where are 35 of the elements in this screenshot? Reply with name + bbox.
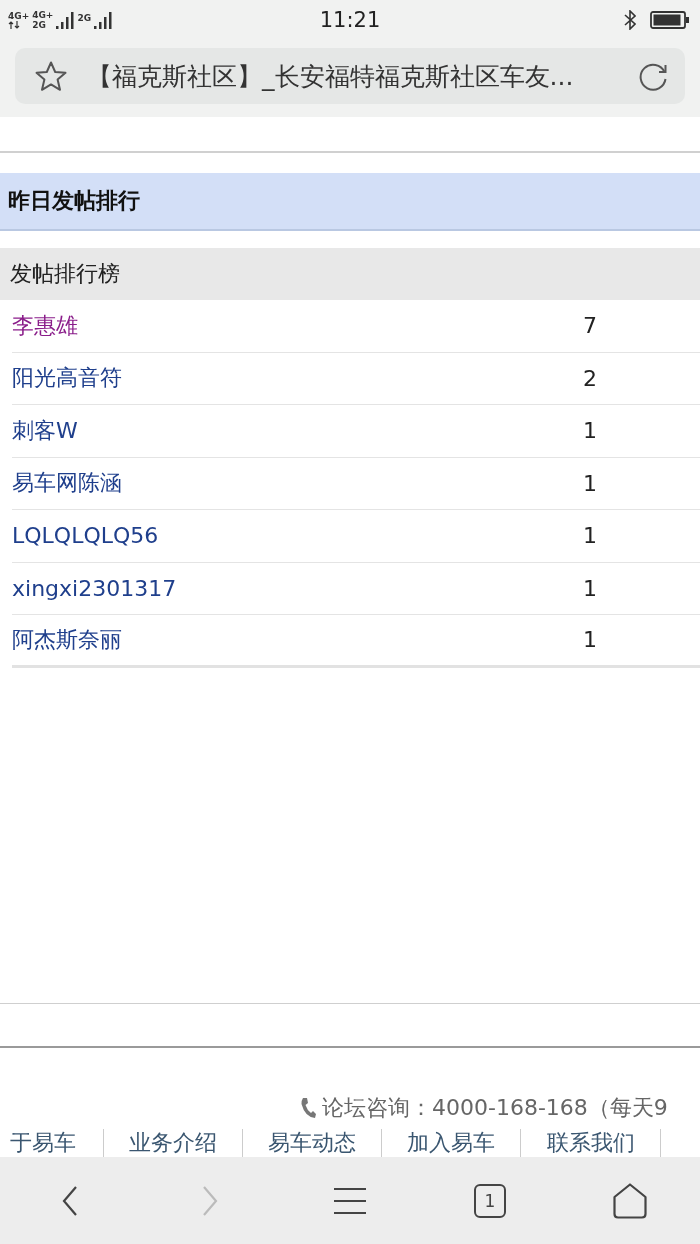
network-label: 4G+: [32, 10, 54, 20]
post-count: 1: [583, 523, 597, 549]
address-bar[interactable]: 【福克斯社区】_长安福特福克斯社区车友...: [15, 48, 685, 104]
bluetooth-icon: [624, 10, 636, 30]
signal-icon: [56, 11, 75, 29]
network-label: 2G: [32, 20, 46, 30]
user-link[interactable]: 阳光高音符: [12, 363, 583, 394]
user-link[interactable]: xingxi2301317: [12, 575, 583, 601]
star-icon[interactable]: [35, 60, 67, 92]
post-count: 2: [583, 365, 597, 391]
post-count: 1: [583, 627, 597, 653]
status-time: 11:21: [319, 8, 381, 32]
battery-icon: [650, 10, 690, 30]
signal-icon: [94, 11, 113, 29]
menu-button[interactable]: [334, 1186, 366, 1215]
page-title: 【福克斯社区】_长安福特福克斯社区车友...: [87, 60, 574, 93]
user-link[interactable]: LQLQLQLQ56: [12, 523, 583, 549]
ranking-heading: 发帖排行榜: [0, 248, 700, 300]
tabs-button[interactable]: 1: [474, 1183, 506, 1218]
post-count: 1: [583, 470, 597, 496]
user-link[interactable]: 易车网陈涵: [12, 468, 583, 499]
post-count: 1: [583, 575, 597, 601]
user-link[interactable]: 刺客W: [12, 415, 583, 446]
network-label: 2G: [77, 13, 92, 23]
user-link[interactable]: 阿杰斯奈丽: [12, 624, 583, 655]
data-arrows-icon: [8, 21, 20, 29]
home-button[interactable]: [613, 1182, 647, 1219]
phone-icon: [300, 1097, 316, 1119]
post-count: 1: [583, 418, 597, 444]
contact-text: 论坛咨询：4000-168-168（每天9: [322, 1094, 668, 1122]
section-header: 昨日发帖排行: [0, 173, 700, 231]
user-link[interactable]: 李惠雄: [12, 310, 583, 341]
network-label: 4G+: [8, 11, 30, 21]
back-button[interactable]: [62, 1185, 78, 1216]
post-count: 7: [583, 313, 597, 339]
